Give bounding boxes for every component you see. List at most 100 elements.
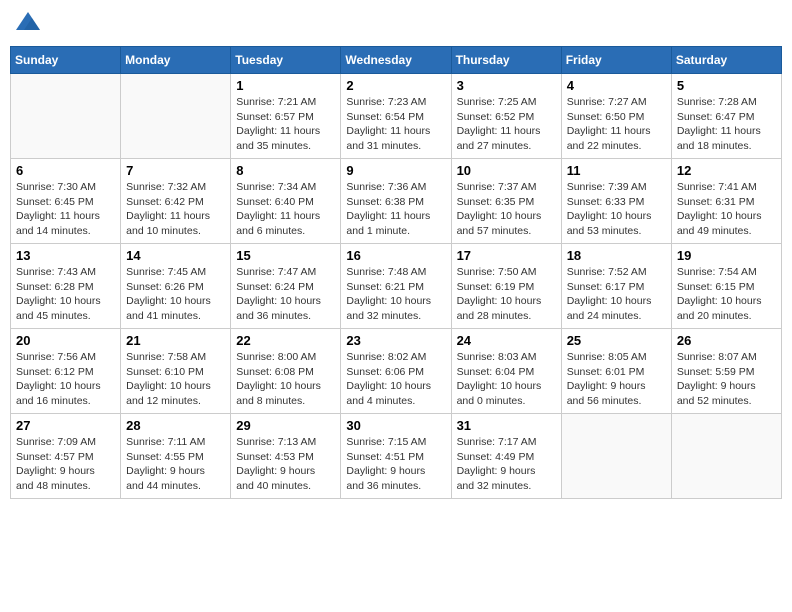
week-row: 27 Sunrise: 7:09 AM Sunset: 4:57 PM Dayli… bbox=[11, 414, 782, 499]
day-info: Sunrise: 8:02 AM Sunset: 6:06 PM Dayligh… bbox=[346, 350, 445, 409]
day-number: 26 bbox=[677, 333, 776, 348]
weekday-header: Tuesday bbox=[231, 47, 341, 74]
day-number: 24 bbox=[457, 333, 556, 348]
day-number: 11 bbox=[567, 163, 666, 178]
day-info: Sunrise: 8:03 AM Sunset: 6:04 PM Dayligh… bbox=[457, 350, 556, 409]
day-number: 18 bbox=[567, 248, 666, 263]
day-info: Sunrise: 7:32 AM Sunset: 6:42 PM Dayligh… bbox=[126, 180, 225, 239]
calendar-cell: 19Sunrise: 7:54 AM Sunset: 6:15 PM Dayli… bbox=[671, 244, 781, 329]
day-info: Sunrise: 7:25 AM Sunset: 6:52 PM Dayligh… bbox=[457, 95, 556, 154]
day-number: 29 bbox=[236, 418, 335, 433]
day-info: Sunrise: 7:37 AM Sunset: 6:35 PM Dayligh… bbox=[457, 180, 556, 239]
day-info: Sunrise: 7:56 AM Sunset: 6:12 PM Dayligh… bbox=[16, 350, 115, 409]
calendar-cell bbox=[121, 74, 231, 159]
day-number: 15 bbox=[236, 248, 335, 263]
weekday-header: Wednesday bbox=[341, 47, 451, 74]
day-info: Sunrise: 7:43 AM Sunset: 6:28 PM Dayligh… bbox=[16, 265, 115, 324]
day-info: Sunrise: 7:47 AM Sunset: 6:24 PM Dayligh… bbox=[236, 265, 335, 324]
day-info: Sunrise: 7:11 AM Sunset: 4:55 PM Dayligh… bbox=[126, 435, 225, 494]
calendar-cell: 30Sunrise: 7:15 AM Sunset: 4:51 PM Dayli… bbox=[341, 414, 451, 499]
calendar-cell: 7Sunrise: 7:32 AM Sunset: 6:42 PM Daylig… bbox=[121, 159, 231, 244]
day-info: Sunrise: 7:09 AM Sunset: 4:57 PM Dayligh… bbox=[16, 435, 115, 494]
day-info: Sunrise: 8:00 AM Sunset: 6:08 PM Dayligh… bbox=[236, 350, 335, 409]
calendar-cell: 28 Sunrise: 7:11 AM Sunset: 4:55 PM Dayli… bbox=[121, 414, 231, 499]
calendar-cell: 22 Sunrise: 8:00 AM Sunset: 6:08 PM Dayli… bbox=[231, 329, 341, 414]
day-info: Sunrise: 7:45 AM Sunset: 6:26 PM Dayligh… bbox=[126, 265, 225, 324]
day-number: 8 bbox=[236, 163, 335, 178]
day-number: 16 bbox=[346, 248, 445, 263]
day-info: Sunrise: 7:52 AM Sunset: 6:17 PM Dayligh… bbox=[567, 265, 666, 324]
calendar-cell: 1 Sunrise: 7:21 AM Sunset: 6:57 PM Daylig… bbox=[231, 74, 341, 159]
day-number: 28 bbox=[126, 418, 225, 433]
day-number: 1 bbox=[236, 78, 335, 93]
day-number: 5 bbox=[677, 78, 776, 93]
day-info: Sunrise: 8:07 AM Sunset: 5:59 PM Dayligh… bbox=[677, 350, 776, 409]
day-number: 31 bbox=[457, 418, 556, 433]
weekday-header: Saturday bbox=[671, 47, 781, 74]
day-number: 30 bbox=[346, 418, 445, 433]
day-number: 21 bbox=[126, 333, 225, 348]
calendar-cell: 18 Sunrise: 7:52 AM Sunset: 6:17 PM Dayli… bbox=[561, 244, 671, 329]
day-info: Sunrise: 7:41 AM Sunset: 6:31 PM Dayligh… bbox=[677, 180, 776, 239]
calendar-cell: 9 Sunrise: 7:36 AM Sunset: 6:38 PM Daylig… bbox=[341, 159, 451, 244]
calendar-cell: 6Sunrise: 7:30 AM Sunset: 6:45 PM Daylig… bbox=[11, 159, 121, 244]
week-row: 1 Sunrise: 7:21 AM Sunset: 6:57 PM Daylig… bbox=[11, 74, 782, 159]
day-info: Sunrise: 7:28 AM Sunset: 6:47 PM Dayligh… bbox=[677, 95, 776, 154]
calendar-cell bbox=[561, 414, 671, 499]
calendar-cell: 27 Sunrise: 7:09 AM Sunset: 4:57 PM Dayli… bbox=[11, 414, 121, 499]
calendar-cell: 23 Sunrise: 8:02 AM Sunset: 6:06 PM Dayli… bbox=[341, 329, 451, 414]
calendar-cell: 17Sunrise: 7:50 AM Sunset: 6:19 PM Dayli… bbox=[451, 244, 561, 329]
calendar-cell: 11 Sunrise: 7:39 AM Sunset: 6:33 PM Dayli… bbox=[561, 159, 671, 244]
day-number: 25 bbox=[567, 333, 666, 348]
calendar-cell bbox=[671, 414, 781, 499]
calendar-cell: 8Sunrise: 7:34 AM Sunset: 6:40 PM Daylig… bbox=[231, 159, 341, 244]
day-number: 4 bbox=[567, 78, 666, 93]
calendar-cell: 29Sunrise: 7:13 AM Sunset: 4:53 PM Dayli… bbox=[231, 414, 341, 499]
day-number: 23 bbox=[346, 333, 445, 348]
calendar-cell: 26 Sunrise: 8:07 AM Sunset: 5:59 PM Dayli… bbox=[671, 329, 781, 414]
day-number: 9 bbox=[346, 163, 445, 178]
day-number: 20 bbox=[16, 333, 115, 348]
day-number: 14 bbox=[126, 248, 225, 263]
day-info: Sunrise: 7:50 AM Sunset: 6:19 PM Dayligh… bbox=[457, 265, 556, 324]
day-info: Sunrise: 7:39 AM Sunset: 6:33 PM Dayligh… bbox=[567, 180, 666, 239]
calendar-cell: 31 Sunrise: 7:17 AM Sunset: 4:49 PM Dayli… bbox=[451, 414, 561, 499]
week-row: 20 Sunrise: 7:56 AM Sunset: 6:12 PM Dayli… bbox=[11, 329, 782, 414]
calendar-cell: 5 Sunrise: 7:28 AM Sunset: 6:47 PM Daylig… bbox=[671, 74, 781, 159]
calendar-cell: 13Sunrise: 7:43 AM Sunset: 6:28 PM Dayli… bbox=[11, 244, 121, 329]
day-info: Sunrise: 7:17 AM Sunset: 4:49 PM Dayligh… bbox=[457, 435, 556, 494]
weekday-header: Sunday bbox=[11, 47, 121, 74]
logo-icon bbox=[14, 10, 42, 38]
day-info: Sunrise: 7:27 AM Sunset: 6:50 PM Dayligh… bbox=[567, 95, 666, 154]
calendar-header-row: SundayMondayTuesdayWednesdayThursdayFrid… bbox=[11, 47, 782, 74]
weekday-header: Monday bbox=[121, 47, 231, 74]
calendar-cell: 15 Sunrise: 7:47 AM Sunset: 6:24 PM Dayli… bbox=[231, 244, 341, 329]
day-number: 12 bbox=[677, 163, 776, 178]
calendar-cell bbox=[11, 74, 121, 159]
calendar-cell: 20 Sunrise: 7:56 AM Sunset: 6:12 PM Dayli… bbox=[11, 329, 121, 414]
day-info: Sunrise: 7:36 AM Sunset: 6:38 PM Dayligh… bbox=[346, 180, 445, 239]
day-info: Sunrise: 7:21 AM Sunset: 6:57 PM Dayligh… bbox=[236, 95, 335, 154]
day-info: Sunrise: 8:05 AM Sunset: 6:01 PM Dayligh… bbox=[567, 350, 666, 409]
day-number: 2 bbox=[346, 78, 445, 93]
week-row: 13Sunrise: 7:43 AM Sunset: 6:28 PM Dayli… bbox=[11, 244, 782, 329]
calendar-cell: 25 Sunrise: 8:05 AM Sunset: 6:01 PM Dayli… bbox=[561, 329, 671, 414]
day-number: 27 bbox=[16, 418, 115, 433]
calendar-cell: 10 Sunrise: 7:37 AM Sunset: 6:35 PM Dayli… bbox=[451, 159, 561, 244]
day-info: Sunrise: 7:54 AM Sunset: 6:15 PM Dayligh… bbox=[677, 265, 776, 324]
calendar-cell: 4 Sunrise: 7:27 AM Sunset: 6:50 PM Daylig… bbox=[561, 74, 671, 159]
calendar-cell: 16 Sunrise: 7:48 AM Sunset: 6:21 PM Dayli… bbox=[341, 244, 451, 329]
day-info: Sunrise: 7:30 AM Sunset: 6:45 PM Dayligh… bbox=[16, 180, 115, 239]
calendar-cell: 14 Sunrise: 7:45 AM Sunset: 6:26 PM Dayli… bbox=[121, 244, 231, 329]
day-number: 22 bbox=[236, 333, 335, 348]
day-number: 3 bbox=[457, 78, 556, 93]
day-info: Sunrise: 7:48 AM Sunset: 6:21 PM Dayligh… bbox=[346, 265, 445, 324]
calendar: SundayMondayTuesdayWednesdayThursdayFrid… bbox=[10, 46, 782, 499]
week-row: 6Sunrise: 7:30 AM Sunset: 6:45 PM Daylig… bbox=[11, 159, 782, 244]
weekday-header: Thursday bbox=[451, 47, 561, 74]
logo bbox=[14, 10, 44, 38]
day-info: Sunrise: 7:58 AM Sunset: 6:10 PM Dayligh… bbox=[126, 350, 225, 409]
day-info: Sunrise: 7:23 AM Sunset: 6:54 PM Dayligh… bbox=[346, 95, 445, 154]
day-number: 10 bbox=[457, 163, 556, 178]
weekday-header: Friday bbox=[561, 47, 671, 74]
